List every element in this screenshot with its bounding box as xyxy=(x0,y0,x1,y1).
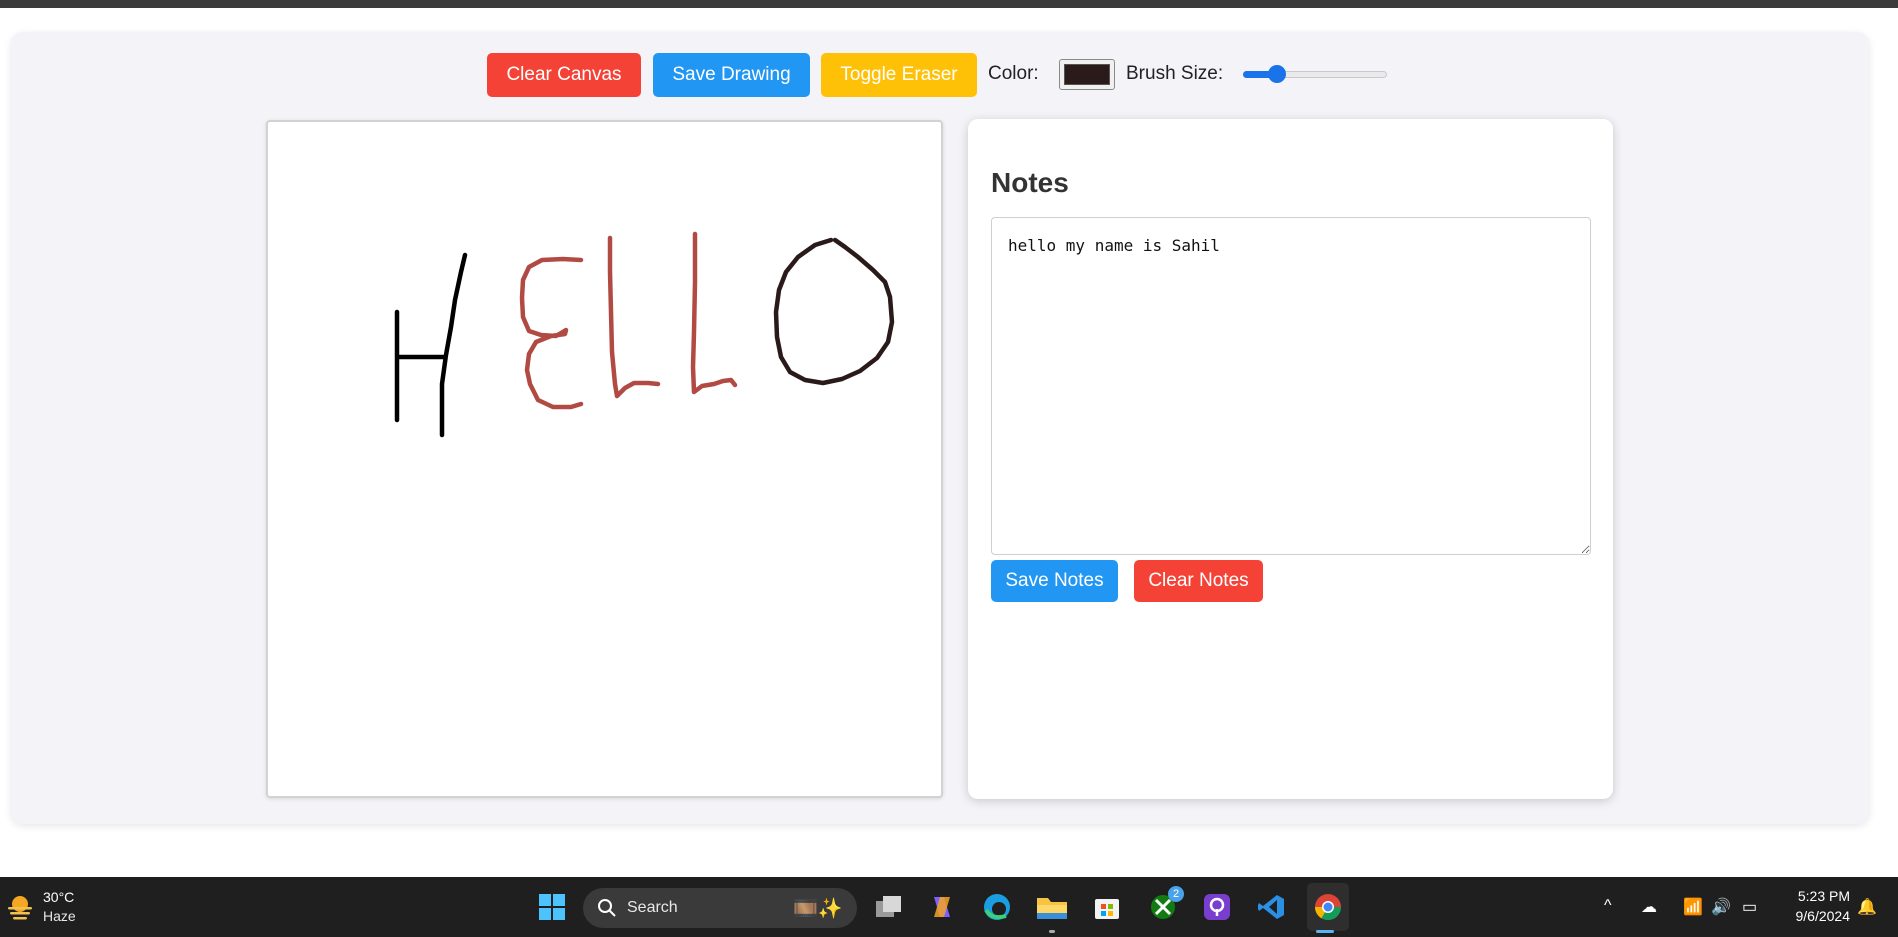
stroke-letter-o xyxy=(773,237,895,386)
toggle-eraser-button[interactable]: Toggle Eraser xyxy=(821,53,977,97)
explorer-running-indicator xyxy=(1049,930,1055,933)
color-picker[interactable] xyxy=(1059,59,1115,90)
volume-icon[interactable]: 🔊 xyxy=(1711,897,1731,917)
podcast-app-icon[interactable] xyxy=(1200,890,1234,924)
microsoft-store-icon[interactable] xyxy=(1090,890,1124,924)
file-explorer-icon[interactable] xyxy=(1035,890,1069,924)
vscode-icon[interactable] xyxy=(1254,890,1288,924)
onedrive-offline-icon[interactable]: ☁ xyxy=(1641,897,1657,917)
wifi-icon[interactable]: 📶 xyxy=(1683,897,1703,917)
windows-start-icon[interactable] xyxy=(535,890,569,924)
weather-condition[interactable]: Haze xyxy=(43,908,76,924)
copilot-icon[interactable] xyxy=(925,890,959,924)
search-highlight-icon: 🎞️✨ xyxy=(793,898,843,920)
chrome-running-indicator xyxy=(1316,930,1334,933)
show-hidden-icons-chevron-icon[interactable]: ^ xyxy=(1604,897,1612,915)
stroke-letter-h xyxy=(394,252,468,438)
drawing-canvas[interactable] xyxy=(266,120,943,798)
xbox-notification-badge: 2 xyxy=(1168,886,1184,902)
task-view-icon[interactable] xyxy=(872,890,906,924)
search-icon xyxy=(598,899,616,917)
notification-bell-icon[interactable]: 🔔 xyxy=(1857,897,1877,917)
save-drawing-button[interactable]: Save Drawing xyxy=(653,53,810,97)
slider-thumb[interactable] xyxy=(1268,65,1287,83)
edge-browser-icon[interactable] xyxy=(980,890,1014,924)
notes-title: Notes xyxy=(991,167,1069,198)
color-label: Color: xyxy=(988,63,1039,84)
save-notes-button[interactable]: Save Notes xyxy=(991,560,1118,602)
color-picker-swatch xyxy=(1064,64,1110,85)
stroke-letter-l2 xyxy=(690,231,738,395)
windows-taskbar: 30°C Haze Search 🎞️✨ 2 ^ ☁ 📶 🔊 ▭ 5:23 PM… xyxy=(0,877,1898,937)
clock-date[interactable]: 9/6/2024 xyxy=(1778,908,1851,924)
taskbar-search[interactable]: Search 🎞️✨ xyxy=(583,888,857,928)
weather-temperature[interactable]: 30°C xyxy=(43,889,74,905)
chrome-browser-icon[interactable] xyxy=(1311,890,1345,924)
notes-panel: Notes hello my name is Sahil Save Notes … xyxy=(968,119,1613,799)
canvas-drawing xyxy=(394,231,895,438)
battery-icon[interactable]: ▭ xyxy=(1742,897,1757,917)
haze-weather-icon[interactable] xyxy=(6,893,34,921)
brush-size-slider[interactable] xyxy=(1243,63,1387,85)
clear-notes-button[interactable]: Clear Notes xyxy=(1134,560,1263,602)
clear-canvas-button[interactable]: Clear Canvas xyxy=(487,53,641,97)
browser-top-edge xyxy=(0,0,1898,8)
xbox-icon[interactable]: 2 xyxy=(1146,886,1184,924)
stroke-letter-l1 xyxy=(607,235,661,399)
brush-size-label: Brush Size: xyxy=(1126,63,1224,84)
search-label: Search xyxy=(627,899,678,916)
clock-time[interactable]: 5:23 PM xyxy=(1778,888,1850,904)
notes-textarea[interactable]: hello my name is Sahil xyxy=(991,217,1591,555)
stroke-letter-e xyxy=(519,256,584,410)
